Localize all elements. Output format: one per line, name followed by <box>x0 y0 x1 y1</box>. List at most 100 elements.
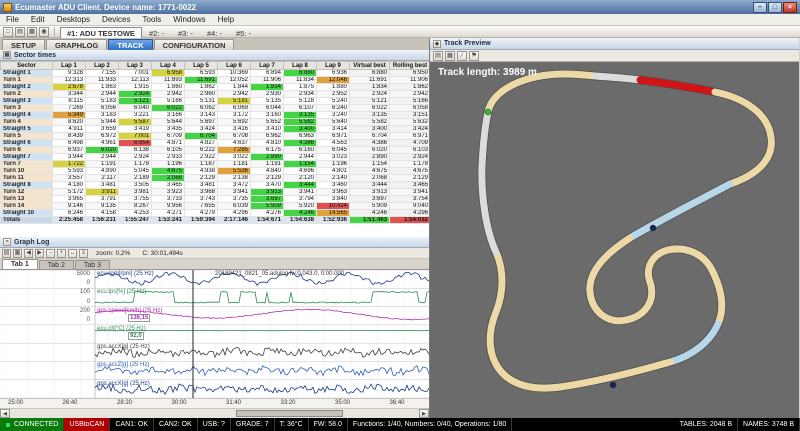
track-canvas[interactable]: Track length: 3989 m <box>430 62 799 418</box>
finish-flag-icon[interactable]: ⚑ <box>469 51 479 61</box>
sector-row[interactable]: Straight 73:9442:9442:9242:9332:9223:022… <box>1 154 430 161</box>
sector-panel-header[interactable]: ▦ Sector times <box>0 50 429 61</box>
start-marker <box>485 109 491 115</box>
sector-row[interactable]: Straight 106:2464:1584:2534:2714:2794:29… <box>1 210 430 217</box>
open-icon[interactable]: ▤ <box>433 51 443 61</box>
lap-time-cell: 1:915 <box>119 84 152 91</box>
settings-icon[interactable]: ≡ <box>79 249 88 258</box>
new-file-icon[interactable]: □ <box>3 27 13 37</box>
menu-tools[interactable]: Tools <box>137 14 168 25</box>
channel-label[interactable]: gps.accZ[g] (25 Hz) <box>97 362 149 368</box>
open-icon[interactable]: ▤ <box>15 27 25 37</box>
lap-time-cell: 6:056 <box>86 105 119 112</box>
channel-label[interactable]: ecu.tps[%] (25 Hz) <box>97 289 146 295</box>
menu-edit[interactable]: Edit <box>25 14 51 25</box>
lap-time-cell: 3:435 <box>152 126 185 133</box>
device-tab-2[interactable]: #2: - <box>142 27 171 38</box>
sector-row[interactable]: Straight 22:6781:8631:9151:8601:8621:844… <box>1 84 430 91</box>
scroll-right-icon[interactable]: ▶ <box>419 409 429 418</box>
tab-configuration[interactable]: CONFIGURATION <box>154 39 235 50</box>
sector-row[interactable]: Turn 112:31311:93312:11311:89311:69112:0… <box>1 77 430 84</box>
sector-row[interactable]: Turn 66:9376:0206:1386:1056:2227:2856:17… <box>1 147 430 154</box>
scroll-left-icon[interactable]: ◀ <box>0 409 10 418</box>
sector-row[interactable]: Straight 19:3287:1557:0016:9586:59310:36… <box>1 70 430 77</box>
graph-tab-2[interactable]: Tab 2 <box>39 260 74 269</box>
sector-row[interactable]: Turn 58:4396:9727:0016:7096:7046:7086:96… <box>1 133 430 140</box>
sector-row[interactable]: Turn 113:5572:1172:1892:0682:1292:1382:1… <box>1 175 430 182</box>
sector-row[interactable]: Straight 45:3493:1833:2213:1663:1433:172… <box>1 112 430 119</box>
lap-time-cell: 3:840 <box>317 196 350 203</box>
sector-row[interactable]: Turn 48:6205:9445:5875:6445:6975:6925:65… <box>1 119 430 126</box>
zoom-in-icon[interactable]: + <box>57 249 66 258</box>
menu-devices[interactable]: Devices <box>96 14 136 25</box>
sector-row[interactable]: Turn 105:5934:8905:0454:6754:9385:5364:8… <box>1 168 430 175</box>
connect-icon[interactable]: ◉ <box>39 27 49 37</box>
virtual-best-cell: 11:691 <box>350 77 390 84</box>
sector-row[interactable]: Turn 125:1723:9113:9813:9233:9683:9413:9… <box>1 189 430 196</box>
menu-file[interactable]: File <box>0 14 25 25</box>
device-tab-5[interactable]: #5: - <box>229 27 258 38</box>
lap-time-cell: 3:913 <box>251 189 284 196</box>
channel-label[interactable]: gps.accX[g] (25 Hz) <box>97 344 150 350</box>
minimize-button[interactable]: – <box>753 2 767 13</box>
close-button[interactable]: × <box>783 2 797 13</box>
lap-time-cell: 3:400 <box>284 126 317 133</box>
edit-icon[interactable]: ∕ <box>457 51 467 61</box>
lap-time-cell: 3:344 <box>53 91 86 98</box>
title-bar[interactable]: Ecumaster ADU Client. Device name: 1771-… <box>0 0 800 14</box>
menu-help[interactable]: Help <box>212 14 240 25</box>
lap-time-cell: 3:965 <box>53 196 86 203</box>
sector-table-container[interactable]: SectorLap 1Lap 2Lap 3Lap 4Lap 5Lap 6Lap … <box>0 61 429 237</box>
scrollbar-thumb[interactable] <box>236 410 343 417</box>
sector-row[interactable]: Turn 23:3442:9442:9242:9422:9602:9422:93… <box>1 91 430 98</box>
lap-time-cell: 1:862 <box>185 84 218 91</box>
time-tick-label: 35:00 <box>335 400 350 406</box>
menu-desktops[interactable]: Desktops <box>51 14 96 25</box>
zoom-out-icon[interactable]: − <box>46 249 55 258</box>
channel-label[interactable]: ecu.rpm[rpm] (25 Hz) <box>97 271 154 277</box>
status-can2: CAN2: OK <box>154 418 198 431</box>
graph-tab-1[interactable]: Tab 1 <box>2 259 38 269</box>
rolling-best-cell: 1:54:032 <box>390 217 430 224</box>
menu-windows[interactable]: Windows <box>167 14 211 25</box>
maximize-button[interactable]: □ <box>768 2 782 13</box>
channel-label[interactable]: gps.accX[g] (25 Hz) <box>97 381 150 387</box>
sector-times-table: SectorLap 1Lap 2Lap 3Lap 4Lap 5Lap 6Lap … <box>0 61 429 224</box>
left-arrow-icon[interactable]: ◀ <box>24 249 33 258</box>
graph-horizontal-scrollbar[interactable]: ◀ ▶ <box>0 408 429 418</box>
device-tab-1[interactable]: #1: ADU TESTOWE <box>60 27 142 38</box>
sector-row[interactable]: Turn 133:9653:7913:7553:7333:7433:7353:6… <box>1 196 430 203</box>
sector-row[interactable]: Totals2:25:4581:56:2311:55:2471:53:2411:… <box>1 217 430 224</box>
window-title: Ecumaster ADU Client. Device name: 1771-… <box>15 3 752 12</box>
save-icon[interactable]: ▦ <box>27 27 37 37</box>
sector-row[interactable]: Straight 54:9113:6593:4193:4353:4243:416… <box>1 126 430 133</box>
tab-setup[interactable]: SETUP <box>2 39 45 50</box>
lap-time-cell: 3:172 <box>218 112 251 119</box>
graph-tab-3[interactable]: Tab 3 <box>75 260 110 269</box>
rolling-best-cell: 11:906 <box>390 77 430 84</box>
graph-panel-header[interactable]: ≈ Graph Log <box>0 237 429 248</box>
track-panel-header[interactable]: ◈ Track Preview <box>430 38 799 50</box>
right-arrow-icon[interactable]: ▶ <box>35 249 44 258</box>
sector-row[interactable]: Turn 71:7221:1911:1781:1961:1871:1811:19… <box>1 161 430 168</box>
sector-name-cell: Straight 5 <box>1 126 53 133</box>
sector-name-cell: Straight 10 <box>1 210 53 217</box>
lap-time-cell: 3:166 <box>152 112 185 119</box>
save-icon[interactable]: ▦ <box>445 51 455 61</box>
sector-row[interactable]: Turn 149:1469:1358:2679:9567:6556:0395:9… <box>1 203 430 210</box>
sector-row[interactable]: Straight 66:4984:9616:9544:8714:8274:637… <box>1 140 430 147</box>
device-tab-3[interactable]: #3: - <box>171 27 200 38</box>
graph-plot-area[interactable]: 20180421_0821_05.adulog fw:0.043.0, 0:00… <box>0 270 429 398</box>
sector-row[interactable]: Turn 37:2696:0566:0406:0226:0626:0696:04… <box>1 105 430 112</box>
tab-track[interactable]: TRACK <box>108 39 152 50</box>
sector-row[interactable]: Straight 84:1803:4813:5053:4653:4813:472… <box>1 182 430 189</box>
device-tab-4[interactable]: #4: - <box>200 27 229 38</box>
lap-time-cell: 6:958 <box>152 70 185 77</box>
open-icon[interactable]: ▤ <box>2 249 11 258</box>
virtual-best-cell: 2:924 <box>350 91 390 98</box>
sector-row[interactable]: Straight 38:1155:1835:1215:1665:1315:191… <box>1 98 430 105</box>
zoom-fit-icon[interactable]: ↔ <box>68 249 77 258</box>
save-icon[interactable]: ▦ <box>13 249 22 258</box>
lap-time-cell: 3:419 <box>119 126 152 133</box>
tab-graphlog[interactable]: GRAPHLOG <box>46 39 107 50</box>
